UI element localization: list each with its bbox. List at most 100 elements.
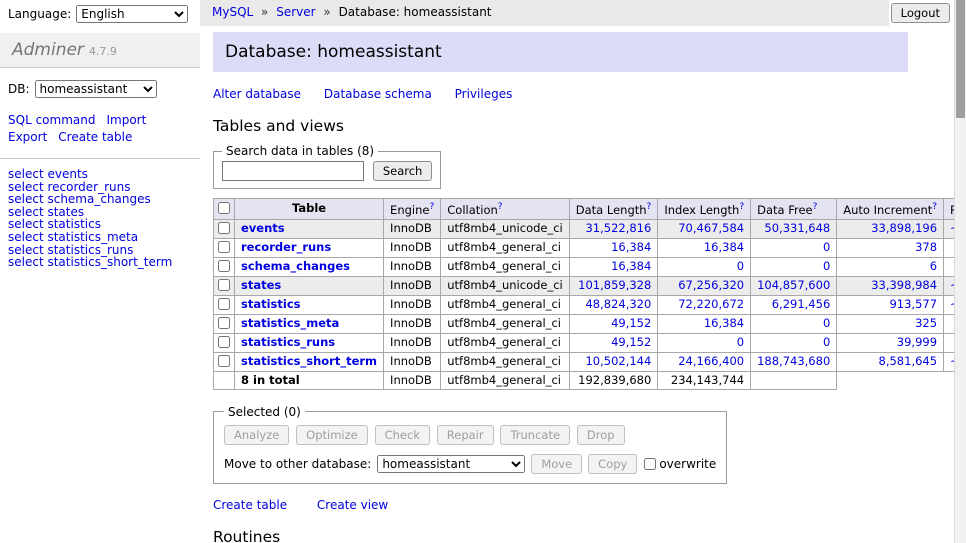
- auto-increment-link[interactable]: 33,898,196: [871, 221, 937, 235]
- table-row: statistics_meta InnoDB utf8mb4_general_c…: [214, 314, 955, 333]
- data-length-link[interactable]: 16,384: [611, 240, 651, 254]
- data-free-link[interactable]: 50,331,648: [764, 221, 830, 235]
- row-checkbox[interactable]: [218, 355, 230, 367]
- create-table-link[interactable]: Create table: [58, 130, 132, 144]
- table-name-link[interactable]: events: [241, 221, 285, 235]
- selected-legend: Selected (0): [224, 405, 305, 419]
- data-free-link[interactable]: 0: [823, 240, 830, 254]
- index-length-link[interactable]: 67,256,320: [678, 278, 744, 292]
- breadcrumb-mysql-link[interactable]: MySQL: [212, 5, 253, 19]
- row-checkbox[interactable]: [218, 222, 230, 234]
- scrollbar-thumb[interactable]: [956, 0, 965, 118]
- sidebar-table-link-schema-changes[interactable]: select schema_changes: [8, 193, 192, 206]
- data-length-link[interactable]: 101,859,328: [578, 278, 651, 292]
- create-table-link-main[interactable]: Create table: [213, 498, 287, 512]
- table-name-link[interactable]: statistics_meta: [241, 316, 339, 330]
- row-checkbox[interactable]: [218, 260, 230, 272]
- total-collation: utf8mb4_general_ci: [441, 371, 570, 389]
- data-length-link[interactable]: 31,522,816: [585, 221, 651, 235]
- help-icon[interactable]: ?: [739, 202, 744, 212]
- alter-database-link[interactable]: Alter database: [213, 87, 301, 101]
- logout-button[interactable]: Logout: [891, 3, 950, 23]
- overwrite-checkbox[interactable]: [644, 458, 656, 470]
- db-select[interactable]: homeassistant: [35, 80, 157, 98]
- check-button[interactable]: Check: [375, 425, 430, 445]
- help-icon[interactable]: ?: [647, 202, 652, 212]
- auto-increment-link[interactable]: 325: [915, 316, 937, 330]
- data-length-link[interactable]: 16,384: [611, 259, 651, 273]
- index-length-link[interactable]: 0: [737, 259, 744, 273]
- engine-cell: InnoDB: [384, 238, 441, 257]
- sidebar-tables-list: select events select recorder_runs selec…: [0, 158, 200, 278]
- index-length-link[interactable]: 0: [737, 335, 744, 349]
- auto-increment-link[interactable]: 913,577: [889, 297, 937, 311]
- index-length-link[interactable]: 72,220,672: [678, 297, 744, 311]
- index-length-link[interactable]: 70,467,584: [678, 221, 744, 235]
- adminer-logo-link[interactable]: Adminer: [12, 40, 84, 60]
- sidebar-table-link-statistics-short-term[interactable]: select statistics_short_term: [8, 256, 192, 269]
- select-all-checkbox[interactable]: [218, 202, 230, 214]
- data-free-link[interactable]: 188,743,680: [757, 354, 830, 368]
- engine-cell: InnoDB: [384, 352, 441, 371]
- row-checkbox[interactable]: [218, 336, 230, 348]
- auto-increment-link[interactable]: 39,999: [897, 335, 937, 349]
- sidebar: Adminer4.7.9 DB: homeassistant SQL comma…: [0, 26, 200, 543]
- data-free-link[interactable]: 104,857,600: [757, 278, 830, 292]
- help-icon[interactable]: ?: [498, 202, 503, 212]
- table-name-link[interactable]: statistics_runs: [241, 335, 335, 349]
- repair-button[interactable]: Repair: [437, 425, 494, 445]
- import-link[interactable]: Import: [106, 113, 146, 127]
- table-name-link[interactable]: statistics: [241, 297, 301, 311]
- table-name-link[interactable]: statistics_short_term: [241, 354, 377, 368]
- row-checkbox[interactable]: [218, 317, 230, 329]
- row-checkbox[interactable]: [218, 241, 230, 253]
- data-free-link[interactable]: 0: [823, 316, 830, 330]
- move-database-select[interactable]: homeassistant: [377, 455, 525, 473]
- index-length-link[interactable]: 24,166,400: [678, 354, 744, 368]
- data-length-link[interactable]: 49,152: [611, 316, 651, 330]
- vertical-scrollbar[interactable]: [954, 0, 966, 543]
- language-select[interactable]: English: [76, 5, 188, 23]
- table-row: events InnoDB utf8mb4_unicode_ci 31,522,…: [214, 219, 955, 238]
- top-bar: Language: English MySQL » Server » Datab…: [0, 0, 966, 26]
- data-free-link[interactable]: 0: [823, 259, 830, 273]
- help-icon[interactable]: ?: [429, 202, 434, 212]
- data-free-link[interactable]: 6,291,456: [772, 297, 831, 311]
- auto-increment-link[interactable]: 6: [930, 259, 937, 273]
- copy-button[interactable]: Copy: [588, 454, 637, 474]
- analyze-button[interactable]: Analyze: [224, 425, 289, 445]
- create-view-link[interactable]: Create view: [317, 498, 388, 512]
- breadcrumb-server-link[interactable]: Server: [276, 5, 315, 19]
- row-checkbox[interactable]: [218, 279, 230, 291]
- help-icon[interactable]: ?: [932, 202, 937, 212]
- truncate-button[interactable]: Truncate: [500, 425, 570, 445]
- auto-increment-link[interactable]: 378: [915, 240, 937, 254]
- sidebar-table-link-events[interactable]: select events: [8, 168, 192, 181]
- row-checkbox[interactable]: [218, 298, 230, 310]
- search-input[interactable]: [222, 161, 364, 181]
- sql-command-link[interactable]: SQL command: [8, 113, 95, 127]
- table-row: statistics_short_term InnoDB utf8mb4_gen…: [214, 352, 955, 371]
- table-name-link[interactable]: states: [241, 278, 281, 292]
- optimize-button[interactable]: Optimize: [296, 425, 368, 445]
- sidebar-table-link-statistics-meta[interactable]: select statistics_meta: [8, 231, 192, 244]
- help-icon[interactable]: ?: [813, 202, 818, 212]
- export-link[interactable]: Export: [8, 130, 47, 144]
- search-button[interactable]: Search: [373, 161, 433, 181]
- table-name-link[interactable]: recorder_runs: [241, 240, 331, 254]
- data-length-link[interactable]: 48,824,320: [585, 297, 651, 311]
- database-schema-link[interactable]: Database schema: [324, 87, 432, 101]
- index-length-link[interactable]: 16,384: [704, 240, 744, 254]
- data-length-link[interactable]: 10,502,144: [585, 354, 651, 368]
- breadcrumb-separator: »: [261, 5, 268, 19]
- auto-increment-link[interactable]: 8,581,645: [879, 354, 938, 368]
- drop-button[interactable]: Drop: [577, 425, 625, 445]
- language-area: Language: English: [0, 0, 200, 23]
- auto-increment-link[interactable]: 33,398,984: [871, 278, 937, 292]
- data-free-link[interactable]: 0: [823, 335, 830, 349]
- move-button[interactable]: Move: [531, 454, 582, 474]
- data-length-link[interactable]: 49,152: [611, 335, 651, 349]
- privileges-link[interactable]: Privileges: [455, 87, 513, 101]
- table-name-link[interactable]: schema_changes: [241, 259, 350, 273]
- index-length-link[interactable]: 16,384: [704, 316, 744, 330]
